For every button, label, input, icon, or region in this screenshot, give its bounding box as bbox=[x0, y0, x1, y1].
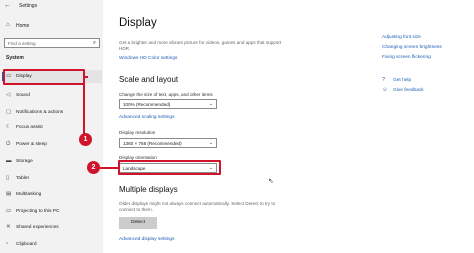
sidebar-item-label: Projecting to this PC bbox=[16, 209, 60, 214]
annotation-arrow-2 bbox=[100, 167, 118, 169]
annotation-line-1 bbox=[83, 76, 85, 136]
sidebar-item-sound[interactable]: ◁ Sound bbox=[2, 89, 102, 102]
page-title: Display bbox=[119, 17, 157, 29]
sidebar-item-label: Multitasking bbox=[16, 192, 42, 197]
get-help-label: Get help bbox=[393, 77, 412, 83]
sidebar-item-projecting-to-this-pc[interactable]: ▭ Projecting to this PC bbox=[2, 205, 102, 218]
changing-brightness-link[interactable]: Changing screen brightness bbox=[382, 45, 442, 50]
give-feedback-label: Give feedback bbox=[393, 87, 424, 93]
home-nav-item[interactable]: ⌂ Home bbox=[3, 20, 101, 32]
feedback-icon: ☺ bbox=[382, 87, 388, 93]
sidebar-item-label: Sound bbox=[16, 93, 30, 98]
tablet-icon: ▯ bbox=[6, 174, 10, 181]
sidebar-item-tablet[interactable]: ▯ Tablet bbox=[2, 172, 102, 185]
mouse-cursor-icon: ⇖ bbox=[268, 178, 274, 185]
advanced-scaling-link[interactable]: Advanced scaling settings bbox=[119, 115, 174, 120]
scale-label: Change the size of text, apps, and other… bbox=[119, 92, 213, 97]
sidebar-item-label: Shared experiences bbox=[16, 225, 59, 230]
sidebar-item-clipboard[interactable]: ▫ Clipboard bbox=[2, 238, 102, 251]
search-icon[interactable]: ⌕ bbox=[93, 40, 96, 47]
sidebar: ⌂ Home Find a setting ⌕ System ▭ Display ◁… bbox=[0, 0, 103, 253]
section-label-system: System bbox=[6, 55, 24, 61]
sidebar-item-label: Clipboard bbox=[16, 242, 37, 247]
resolution-label: Display resolution bbox=[119, 130, 156, 135]
resolution-dropdown[interactable]: 1360 × 768 (Recommended) ⌄ bbox=[119, 138, 217, 148]
back-arrow-icon[interactable]: ← bbox=[4, 2, 11, 9]
sidebar-item-label: Notifications & actions bbox=[16, 110, 64, 115]
help-icon: ? bbox=[382, 77, 386, 83]
power-icon: ⏻ bbox=[6, 140, 11, 147]
scale-layout-heading: Scale and layout bbox=[119, 75, 179, 84]
sidebar-item-notifications-actions[interactable]: ▢ Notifications & actions bbox=[2, 106, 102, 119]
moon-icon: ☾ bbox=[6, 123, 11, 130]
sidebar-item-label: Storage bbox=[16, 159, 33, 164]
fixing-flickering-link[interactable]: Fixing screen flickering bbox=[382, 55, 431, 60]
multiple-displays-heading: Multiple displays bbox=[119, 185, 178, 194]
projecting-icon: ▭ bbox=[6, 207, 12, 214]
search-input[interactable]: Find a setting ⌕ bbox=[4, 38, 100, 48]
hdr-description: Get a brighter and more vibrant picture … bbox=[119, 40, 282, 51]
display-highlight-box bbox=[3, 69, 85, 85]
scale-dropdown[interactable]: 100% (Recommended) ⌄ bbox=[119, 99, 217, 109]
search-placeholder: Find a setting bbox=[8, 40, 36, 46]
annotation-badge-2: 2 bbox=[87, 161, 100, 174]
windows-hd-color-link[interactable]: Windows HD Color settings bbox=[119, 56, 177, 61]
advanced-display-link[interactable]: Advanced display settings bbox=[119, 237, 174, 242]
notifications-icon: ▢ bbox=[6, 108, 12, 115]
chevron-down-icon: ⌄ bbox=[208, 100, 213, 107]
resolution-value: 1360 × 768 (Recommended) bbox=[123, 141, 182, 146]
sidebar-item-label: Focus assist bbox=[16, 125, 43, 130]
shared-experiences-icon: ✕ bbox=[6, 223, 11, 230]
detect-button[interactable]: Detect bbox=[119, 217, 157, 229]
window-title: Settings bbox=[19, 3, 38, 9]
clipboard-icon: ▫ bbox=[6, 240, 8, 247]
annotation-line-1-tip bbox=[84, 76, 88, 78]
adjusting-font-size-link[interactable]: Adjusting font size bbox=[382, 35, 421, 40]
chevron-down-icon: ⌄ bbox=[208, 139, 213, 146]
sidebar-item-focus-assist[interactable]: ☾ Focus assist bbox=[2, 121, 102, 134]
main-content: Display Get a brighter and more vibrant … bbox=[103, 0, 474, 253]
speaker-icon: ◁ bbox=[6, 91, 11, 98]
sidebar-item-label: Power & sleep bbox=[16, 142, 47, 147]
scale-value: 100% (Recommended) bbox=[123, 102, 171, 107]
sidebar-item-shared-experiences[interactable]: ✕ Shared experiences bbox=[2, 221, 102, 234]
annotation-badge-1: 1 bbox=[79, 133, 92, 146]
home-label: Home bbox=[16, 23, 30, 29]
sidebar-item-multitasking[interactable]: ▤ Multitasking bbox=[2, 188, 102, 201]
sidebar-item-label: Tablet bbox=[16, 176, 29, 181]
home-icon: ⌂ bbox=[6, 22, 10, 28]
multitasking-icon: ▤ bbox=[6, 190, 12, 197]
storage-icon: ▬ bbox=[6, 157, 12, 164]
orientation-highlight-box bbox=[118, 160, 221, 175]
multiple-displays-description: Older displays might not always connect … bbox=[119, 201, 276, 212]
